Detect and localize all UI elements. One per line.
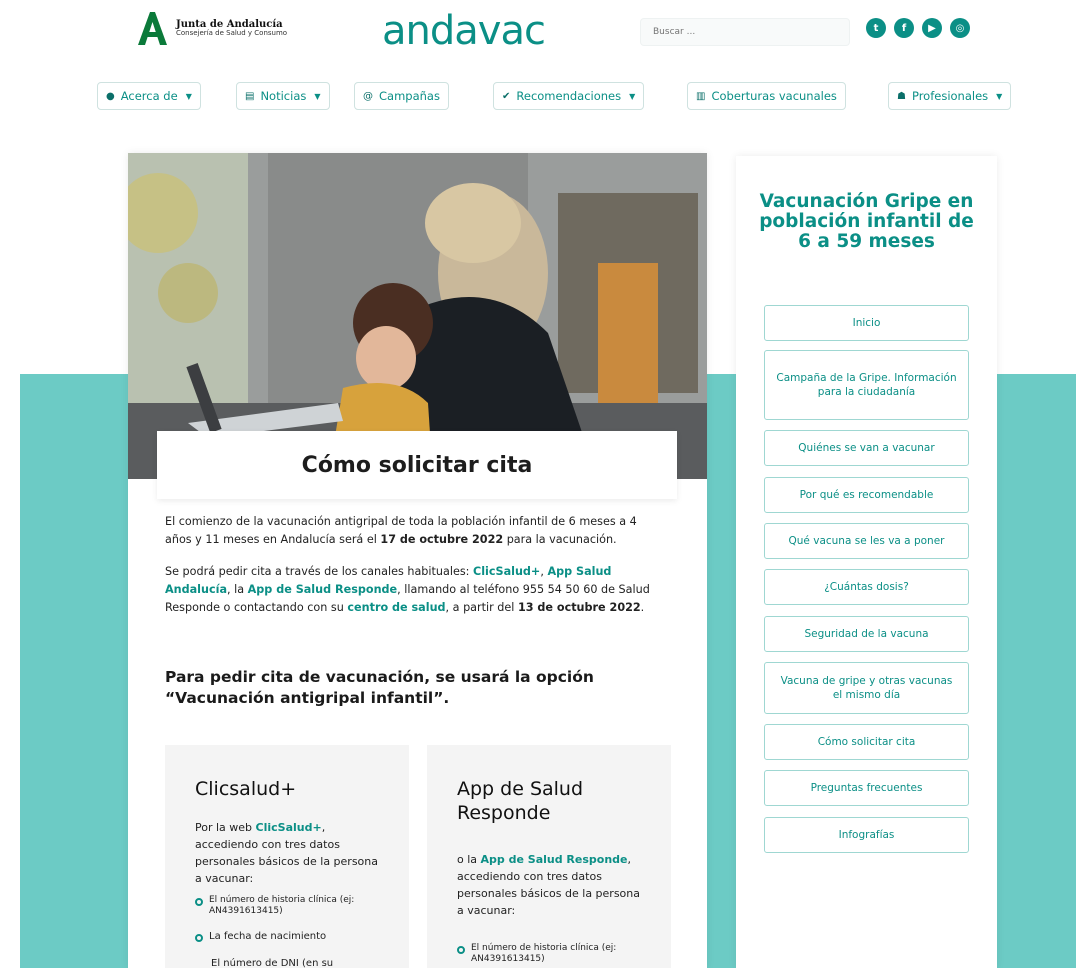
link-centro-de-salud[interactable]: centro de salud — [347, 601, 445, 614]
sidebar-item-dosis[interactable]: ¿Cuántas dosis? — [764, 569, 969, 605]
instagram-icon[interactable]: ◎ — [950, 18, 970, 38]
bullet-circle-icon — [195, 898, 203, 906]
nav-acerca-de[interactable]: ● Acerca de ▼ — [97, 82, 201, 110]
sidebar-item-campana[interactable]: Campaña de la Gripe. Información para la… — [764, 350, 969, 420]
intro-text-c: para la vacunación. — [503, 533, 617, 546]
logo-line2: Consejería de Salud y Consumo — [176, 28, 288, 37]
clicsalud-card-text: Por la web ClicSalud+, accediendo con tr… — [195, 819, 385, 887]
sidebar-item-mismo-dia[interactable]: Vacuna de gripe y otras vacunas el mismo… — [764, 662, 969, 714]
page-title: Cómo solicitar cita — [301, 452, 533, 478]
social-links: t f ▶ ◎ — [866, 18, 970, 38]
nav-recomendaciones[interactable]: ✔ Recomendaciones ▼ — [493, 82, 645, 110]
sidebar-item-solicitar-cita[interactable]: Cómo solicitar cita — [764, 724, 969, 760]
sidebar-item-por-que[interactable]: Por qué es recomendable — [764, 477, 969, 513]
sidebar-item-que-vacuna[interactable]: Qué vacuna se les va a poner — [764, 523, 969, 559]
bullet-text: La fecha de nacimiento — [209, 931, 327, 942]
main-nav: ● Acerca de ▼ ▤ Noticias ▼ @ Campañas ✔ … — [97, 82, 1029, 110]
nav-label: Acerca de — [120, 89, 178, 103]
channels-text-d: , a partir del — [445, 601, 518, 614]
sidebar-title: Vacunación Gripe en población infantil d… — [759, 191, 974, 252]
youtube-icon[interactable]: ▶ — [922, 18, 942, 38]
appointment-date: 13 de octubre 2022 — [517, 601, 641, 614]
junta-a-icon — [136, 10, 168, 46]
main-content-card: Cómo solicitar cita El comienzo de la va… — [128, 153, 707, 968]
chevron-down-icon: ▼ — [996, 91, 1003, 101]
salud-responde-card: App de Salud Responde o la App de Salud … — [427, 745, 671, 968]
bullet-text: El número de historia clínica (ej: AN439… — [209, 895, 355, 916]
sidebar-item-quienes[interactable]: Quiénes se van a vacunar — [764, 430, 969, 466]
link-app-salud-responde[interactable]: App de Salud Responde — [248, 583, 398, 596]
card2-text-a: o la — [457, 853, 481, 866]
list-item: El número de historia clínica (ej: AN439… — [457, 943, 647, 965]
salud-responde-card-text: o la App de Salud Responde, accediendo c… — [457, 851, 647, 919]
chevron-down-icon: ▼ — [314, 91, 321, 101]
twitter-icon[interactable]: t — [866, 18, 886, 38]
nav-label: Noticias — [260, 89, 307, 103]
andavac-logo[interactable]: andavac — [382, 8, 546, 54]
clicsalud-card: Clicsalud+ Por la web ClicSalud+, accedi… — [165, 745, 409, 968]
check-icon: ✔ — [502, 90, 511, 102]
channels-text-a: Se podrá pedir cita a través de los cana… — [165, 565, 473, 578]
card1-link-clicsalud[interactable]: ClicSalud+ — [256, 821, 322, 834]
bullet-circle-icon — [457, 946, 465, 954]
search-input[interactable] — [640, 18, 850, 46]
channels-paragraph: Se podrá pedir cita a través de los cana… — [165, 563, 665, 617]
sidebar-item-seguridad[interactable]: Seguridad de la vacuna — [764, 616, 969, 652]
nav-campanas[interactable]: @ Campañas — [354, 82, 449, 110]
list-item: El número de historia clínica (ej: AN439… — [195, 895, 385, 917]
card1-text-a: Por la web — [195, 821, 256, 834]
nav-label: Profesionales — [911, 89, 989, 103]
newspaper-icon: ▤ — [245, 90, 255, 102]
salud-responde-card-title: App de Salud Responde — [457, 778, 584, 824]
channels-text-e: . — [640, 601, 645, 614]
bullet-text: El número de historia clínica (ej: AN439… — [471, 943, 617, 964]
bullet-circle-icon — [195, 934, 203, 942]
junta-logo[interactable]: Junta de Andalucía Consejería de Salud y… — [136, 10, 287, 46]
sidebar-item-inicio[interactable]: Inicio — [764, 305, 969, 341]
nav-label: Campañas — [379, 89, 440, 103]
logo-line1: Junta de Andalucía — [176, 18, 283, 30]
sidebar-item-preguntas[interactable]: Preguntas frecuentes — [764, 770, 969, 806]
chevron-down-icon: ▼ — [185, 91, 192, 101]
page-title-box: Cómo solicitar cita — [157, 431, 677, 499]
list-item: La fecha de nacimiento — [195, 931, 385, 942]
start-date: 17 de octubre 2022 — [380, 533, 504, 546]
card1-trailing-text: El número de DNI (en su — [211, 958, 334, 968]
chart-icon: ▥ — [696, 90, 706, 102]
nav-label: Coberturas vacunales — [711, 89, 837, 103]
at-icon: @ — [363, 90, 373, 102]
facebook-icon[interactable]: f — [894, 18, 914, 38]
site-header: Junta de Andalucía Consejería de Salud y… — [0, 0, 1076, 70]
nav-noticias[interactable]: ▤ Noticias ▼ — [236, 82, 330, 110]
sidebar-item-infografias[interactable]: Infografías — [764, 817, 969, 853]
intro-paragraph: El comienzo de la vacunación antigripal … — [165, 513, 665, 549]
sidebar: Vacunación Gripe en población infantil d… — [736, 156, 997, 968]
nav-profesionales[interactable]: ☗ Profesionales ▼ — [888, 82, 1012, 110]
nav-coberturas[interactable]: ▥ Coberturas vacunales — [687, 82, 846, 110]
channels-text-b: , la — [227, 583, 248, 596]
info-icon: ● — [106, 90, 115, 102]
users-icon: ☗ — [897, 90, 906, 102]
appointment-option-heading: Para pedir cita de vacunación, se usará … — [165, 668, 594, 707]
chevron-down-icon: ▼ — [629, 91, 636, 101]
link-clicsalud[interactable]: ClicSalud+ — [473, 565, 540, 578]
card2-link-app-salud-responde[interactable]: App de Salud Responde — [481, 853, 628, 866]
nav-label: Recomendaciones — [516, 89, 622, 103]
clicsalud-card-title: Clicsalud+ — [195, 778, 297, 800]
